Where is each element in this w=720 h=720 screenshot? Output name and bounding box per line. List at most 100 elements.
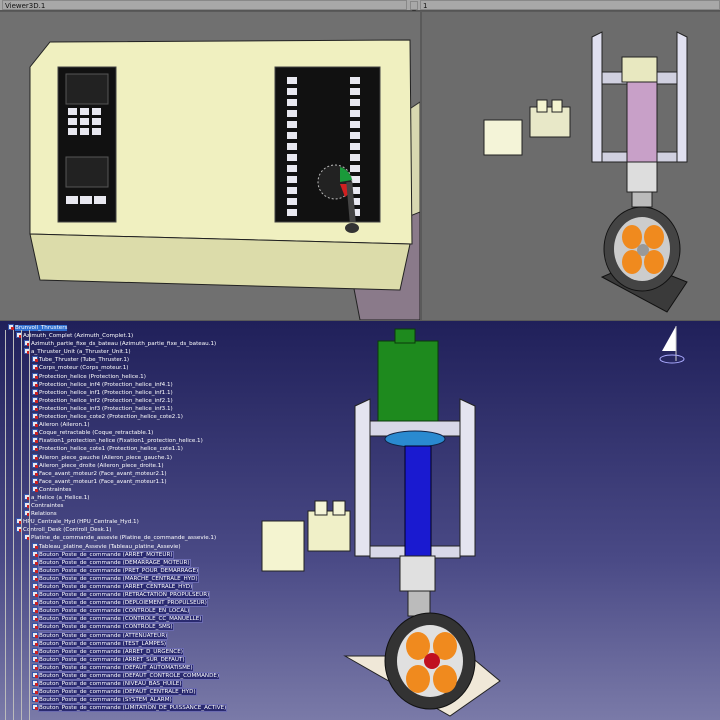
tree-node[interactable]: Azimuth_partie_fixe_ds_bateau (Azimuth_p… [2, 340, 226, 348]
tree-node[interactable]: Corps_moteur (Corps_moteur.1) [2, 364, 226, 372]
tree-node[interactable]: Bouton_Poste_de_commande (NIVEAU_BAS_HUI… [2, 680, 226, 689]
tree-node-label[interactable]: Platine_de_commande_assevie (Platine_de_… [31, 535, 216, 541]
tree-node[interactable]: Relations [2, 510, 226, 518]
tree-node[interactable]: Contraintes [2, 502, 226, 510]
tree-node[interactable]: Bouton_Poste_de_commande (DEMARRAGE_MOTE… [2, 558, 226, 567]
tree-node[interactable]: Bouton_Poste_de_commande (CONTROLE_SMS) [2, 623, 226, 632]
tree-node-label[interactable]: Contraintes [39, 487, 71, 493]
viewport-control-desk[interactable] [0, 12, 420, 320]
tree-node[interactable]: Bouton_Poste_de_commande (CONTROLE_EN_LO… [2, 607, 226, 616]
tree-node-label[interactable]: Bouton_Poste_de_commande (CONTROLE_CC_MA… [38, 615, 203, 624]
tree-node[interactable]: Bouton_Poste_de_commande (DEFAUT_CONTROL… [2, 672, 226, 681]
tree-node-label[interactable]: Protection_helice_cote2 (Protection_heli… [39, 414, 183, 420]
tree-node-label[interactable]: Bouton_Poste_de_commande (DEFAUT_CONTROL… [37, 672, 221, 681]
tree-node[interactable]: Aileron_piece_droite (Aileron_piece_droi… [2, 461, 226, 470]
tree-node-label[interactable]: Protection_helice_inf1 (Protection_helic… [39, 390, 173, 396]
tree-node-label[interactable]: a_Helice (a_Helice.1) [31, 495, 89, 501]
tree-node-label[interactable]: Fixation1_protection_helice (Fixation1_p… [39, 438, 203, 444]
tree-node[interactable]: Coque_retractable (Coque_retractable.1) [2, 429, 226, 437]
tree-node[interactable]: Bouton_Poste_de_commande (SYSTEM_ALARM) [2, 696, 226, 705]
tree-node[interactable]: Controll_Desk (Controll_Desk.1) [2, 526, 226, 534]
tree-node[interactable]: Tube_Thruster (Tube_Thruster.1) [2, 356, 226, 364]
tree-node-label[interactable]: Aileron_piece_droite (Aileron_piece_droi… [39, 463, 164, 469]
tree-node[interactable]: a_Thruster_Unit (a_Thruster_Unit.1) [2, 348, 226, 356]
tree-node-label[interactable]: HPU_Centrale_Hyd (HPU_Centrale_Hyd.1) [23, 519, 139, 525]
specification-tree[interactable]: Brunvoll_Thrusters Azimuth_Complet (Azimu… [2, 324, 228, 720]
tree-node[interactable]: Protection_helice_inf1 (Protection_helic… [2, 388, 226, 397]
tree-node[interactable]: Protection_helice (Protection_helice.1) [2, 372, 226, 381]
tree-node-label[interactable]: Protection_helice (Protection_helice.1) [39, 374, 146, 380]
minimize-button[interactable]: _ [410, 1, 418, 11]
tree-node-label[interactable]: Brunvoll_Thrusters [15, 325, 68, 331]
tree-node[interactable]: Bouton_Poste_de_commande (CONTROLE_CC_MA… [2, 615, 226, 624]
tree-node-label[interactable]: Controll_Desk (Controll_Desk.1) [23, 527, 111, 533]
tree-node[interactable]: Platine_de_commande_assevie (Platine_de_… [2, 534, 226, 542]
tree-node-label[interactable]: Aileron (Aileron.1) [39, 422, 90, 428]
tree-node-label[interactable]: Bouton_Poste_de_commande (ATTENUATEUR) [37, 631, 169, 640]
tree-node-label[interactable]: Azimuth_Complet (Azimuth_Complet.1) [23, 333, 133, 339]
tree-node-label[interactable]: Bouton_Poste_de_commande (SYSTEM_ALARM) [38, 696, 173, 705]
tree-node[interactable]: Bouton_Poste_de_commande (ARRET_CENTRALE… [2, 583, 226, 591]
tree-node[interactable]: Bouton_Poste_de_commande (ARRET_D_URGENC… [2, 647, 226, 656]
tree-node[interactable]: Protection_helice_inf2 (Protection_helic… [2, 396, 226, 405]
tree-node[interactable]: Fixation1_protection_helice (Fixation1_p… [2, 437, 226, 445]
tree-node-label[interactable]: Relations [31, 511, 57, 517]
tree-node[interactable]: Face_avant_moteur1 (Face_avant_moteur1.1… [2, 477, 226, 486]
tree-node[interactable]: Protection_helice_inf4 (Protection_helic… [2, 380, 226, 389]
tree-node-label[interactable]: Bouton_Poste_de_commande (PRET_POUR_DEMA… [37, 566, 200, 575]
tree-node-label[interactable]: Protection_helice_inf2 (Protection_helic… [39, 398, 173, 404]
tree-node-label[interactable]: a_Thruster_Unit (a_Thruster_Unit.1) [31, 349, 131, 355]
tree-node-label[interactable]: Bouton_Poste_de_commande (TEST_LAMPES) [37, 639, 168, 648]
tree-node[interactable]: Protection_helice_cote2 (Protection_heli… [2, 413, 226, 421]
tree-node[interactable]: Bouton_Poste_de_commande (MARCHE_CENTRAL… [2, 574, 226, 583]
tree-node-label[interactable]: Aileron_piece_gauche (Aileron_piece_gauc… [39, 455, 172, 461]
tree-node-label[interactable]: Bouton_Poste_de_commande (CONTROLE_EN_LO… [37, 607, 191, 616]
tree-node[interactable]: Aileron (Aileron.1) [2, 421, 226, 429]
tree-node[interactable]: Brunvoll_Thrusters [2, 324, 226, 332]
tree-node-label[interactable]: Bouton_Poste_de_commande (DEMARRAGE_MOTE… [38, 558, 191, 567]
viewport-specification-tree[interactable]: Brunvoll_Thrusters Azimuth_Complet (Azimu… [0, 321, 720, 720]
tree-node[interactable]: Protection_helice_cote1 (Protection_heli… [2, 445, 226, 453]
tree-node-label[interactable]: Coque_retractable (Coque_retractable.1) [39, 430, 153, 436]
tree-node-label[interactable]: Bouton_Poste_de_commande (NIVEAU_BAS_HUI… [38, 680, 183, 689]
tree-node-label[interactable]: Bouton_Poste_de_commande (LIMITATION_DE_… [37, 704, 228, 713]
tree-node-label[interactable]: Bouton_Poste_de_commande (MARCHE_CENTRAL… [38, 574, 199, 583]
tree-node-label[interactable]: Azimuth_partie_fixe_ds_bateau (Azimuth_p… [31, 341, 216, 347]
tree-node[interactable]: a_Helice (a_Helice.1) [2, 493, 226, 502]
tree-node[interactable]: HPU_Centrale_Hyd (HPU_Centrale_Hyd.1) [2, 518, 226, 526]
tree-node[interactable]: Bouton_Poste_de_commande (PRET_POUR_DEMA… [2, 566, 226, 575]
tree-node-label[interactable]: Bouton_Poste_de_commande (CONTROLE_SMS) [38, 623, 174, 632]
tree-node-label[interactable]: Bouton_Poste_de_commande (DEFAUT_AUTOMAT… [38, 663, 194, 672]
tree-node-label[interactable]: Bouton_Poste_de_commande (ARRET_SUR_DEFA… [38, 655, 186, 664]
tree-node[interactable]: Tableau_platine_Assevie (Tableau_platine… [2, 542, 226, 551]
tree-node-label[interactable]: Bouton_Poste_de_commande (RETRACTATION_P… [37, 591, 211, 600]
tree-node[interactable]: Bouton_Poste_de_commande (ARRET_SUR_DEFA… [2, 655, 226, 664]
tree-node[interactable]: Bouton_Poste_de_commande (DEFAUT_AUTOMAT… [2, 663, 226, 672]
tree-node[interactable]: Aileron_piece_gauche (Aileron_piece_gauc… [2, 453, 226, 462]
tree-node[interactable]: Face_avant_moteur2 (Face_avant_moteur2.1… [2, 469, 226, 478]
tree-node-label[interactable]: Tube_Thruster (Tube_Thruster.1) [39, 357, 129, 363]
tree-node[interactable]: Bouton_Poste_de_commande (ATTENUATEUR) [2, 631, 226, 640]
tree-node[interactable]: Protection_helice_inf3 (Protection_helic… [2, 404, 226, 413]
tree-node[interactable]: Bouton_Poste_de_commande (DEPLOIEMENT_PR… [2, 599, 226, 608]
tree-node-label[interactable]: Protection_helice_inf4 (Protection_helic… [39, 382, 173, 388]
tree-node-label[interactable]: Protection_helice_inf3 (Protection_helic… [39, 406, 173, 412]
tree-node-label[interactable]: Contraintes [31, 503, 63, 509]
tree-node-label[interactable]: Tableau_platine_Assevie (Tableau_platine… [39, 544, 181, 550]
tree-node-label[interactable]: Bouton_Poste_de_commande (ARRET_D_URGENC… [38, 647, 184, 656]
tree-node[interactable]: Bouton_Poste_de_commande (TEST_LAMPES) [2, 639, 226, 648]
tree-node-label[interactable]: Corps_moteur (Corps_moteur.1) [39, 365, 128, 371]
tree-node-label[interactable]: Face_avant_moteur2 (Face_avant_moteur2.1… [39, 471, 167, 477]
tree-node[interactable]: Bouton_Poste_de_commande (DEFAUT_CENTRAL… [2, 688, 226, 697]
tree-node-label[interactable]: Bouton_Poste_de_commande (ARRET_CENTRALE… [37, 583, 194, 591]
tree-node[interactable]: Bouton_Poste_de_commande (ARRET_MOTEUR) [2, 550, 226, 559]
tree-node-label[interactable]: Face_avant_moteur1 (Face_avant_moteur1.1… [39, 479, 167, 485]
tree-node-label[interactable]: Protection_helice_cote1 (Protection_heli… [39, 446, 183, 452]
tree-node-label[interactable]: Bouton_Poste_de_commande (ARRET_MOTEUR) [38, 550, 174, 559]
tree-node[interactable]: Azimuth_Complet (Azimuth_Complet.1) [2, 332, 226, 340]
tree-node-label[interactable]: Bouton_Poste_de_commande (DEFAUT_CENTRAL… [38, 688, 197, 697]
viewport-thruster-assembly[interactable] [422, 12, 720, 320]
tree-node-label[interactable]: Bouton_Poste_de_commande (DEPLOIEMENT_PR… [38, 599, 208, 608]
tree-node[interactable]: Bouton_Poste_de_commande (LIMITATION_DE_… [2, 704, 228, 713]
tree-node[interactable]: Contraintes [2, 485, 226, 494]
